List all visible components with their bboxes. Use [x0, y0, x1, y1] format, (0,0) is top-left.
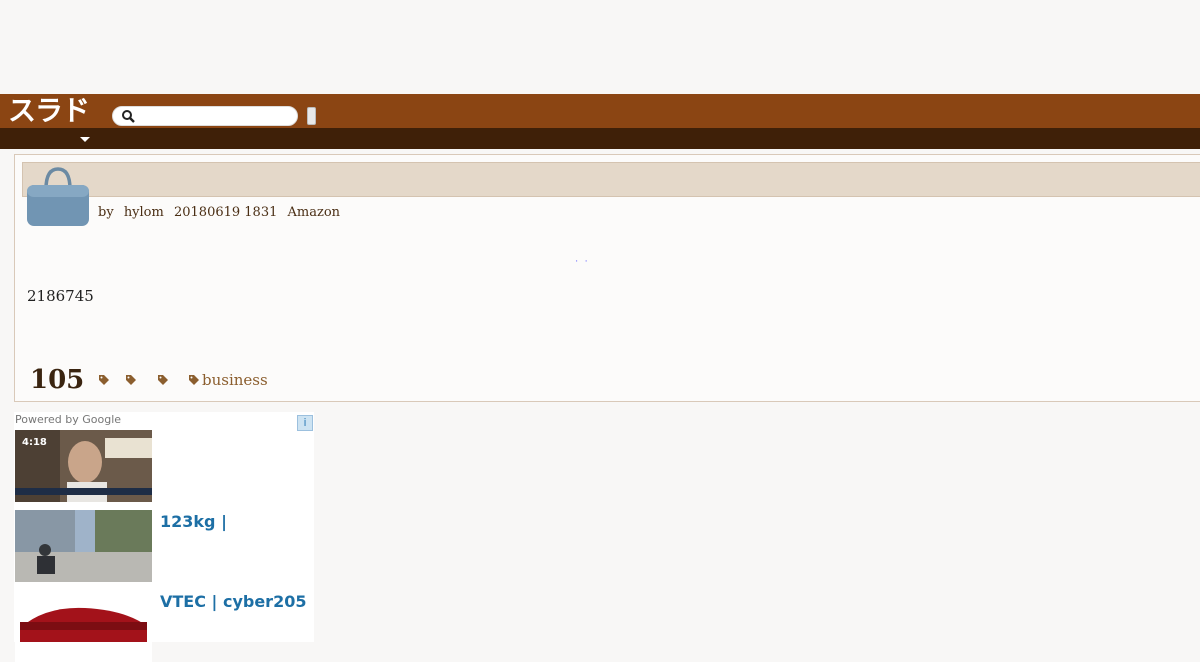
- byline-prefix: by: [98, 205, 114, 220]
- ad-item[interactable]: 123kg |: [15, 510, 313, 582]
- ad-thumbnail[interactable]: [15, 510, 152, 582]
- chevron-down-icon[interactable]: [79, 134, 91, 144]
- shopping-bag-icon[interactable]: [26, 167, 90, 227]
- author-link[interactable]: hylom: [124, 205, 164, 220]
- story-body: 2186745: [27, 287, 94, 305]
- tag-icon[interactable]: [125, 374, 137, 386]
- search-box[interactable]: [112, 106, 298, 126]
- search-button[interactable]: [307, 107, 316, 125]
- story-article: by hylom 20180619 1831 Amazon ' ' 218674…: [14, 154, 1200, 402]
- tag-icon[interactable]: [157, 374, 169, 386]
- site-logo[interactable]: スラド: [8, 96, 90, 126]
- tag-icon[interactable]: [188, 374, 200, 386]
- search-icon: [122, 110, 135, 123]
- ad-info-icon[interactable]: i: [297, 415, 313, 431]
- story-department: Amazon: [287, 205, 341, 220]
- site-header: スラド: [0, 94, 1200, 128]
- ad-item[interactable]: 4:18: [15, 430, 313, 502]
- story-date: 20180619 1831: [173, 205, 278, 220]
- ad-thumbnail[interactable]: [15, 590, 152, 662]
- top-blank-area: [0, 0, 1200, 94]
- story-byline: by hylom 20180619 1831 Amazon: [98, 205, 346, 220]
- search-input[interactable]: [139, 108, 293, 126]
- powered-by-google: Powered by Google: [15, 413, 122, 426]
- ad-thumbnail[interactable]: 4:18: [15, 430, 152, 502]
- navigation-bar: [0, 128, 1200, 149]
- ad-title[interactable]: 123kg |: [160, 512, 310, 531]
- comment-count[interactable]: 105: [30, 365, 84, 395]
- ad-unit: Powered by Google i 4:18 123kg | VTEC | …: [14, 412, 314, 662]
- loading-dots: ' ': [576, 260, 587, 267]
- story-title-bar: [22, 162, 1200, 197]
- tag-business[interactable]: business: [202, 371, 268, 389]
- ad-title[interactable]: VTEC | cyber205: [160, 592, 310, 611]
- tag-icon[interactable]: [98, 374, 110, 386]
- thumb-caption: 4:18: [22, 437, 47, 448]
- ad-item[interactable]: VTEC | cyber205: [15, 590, 313, 662]
